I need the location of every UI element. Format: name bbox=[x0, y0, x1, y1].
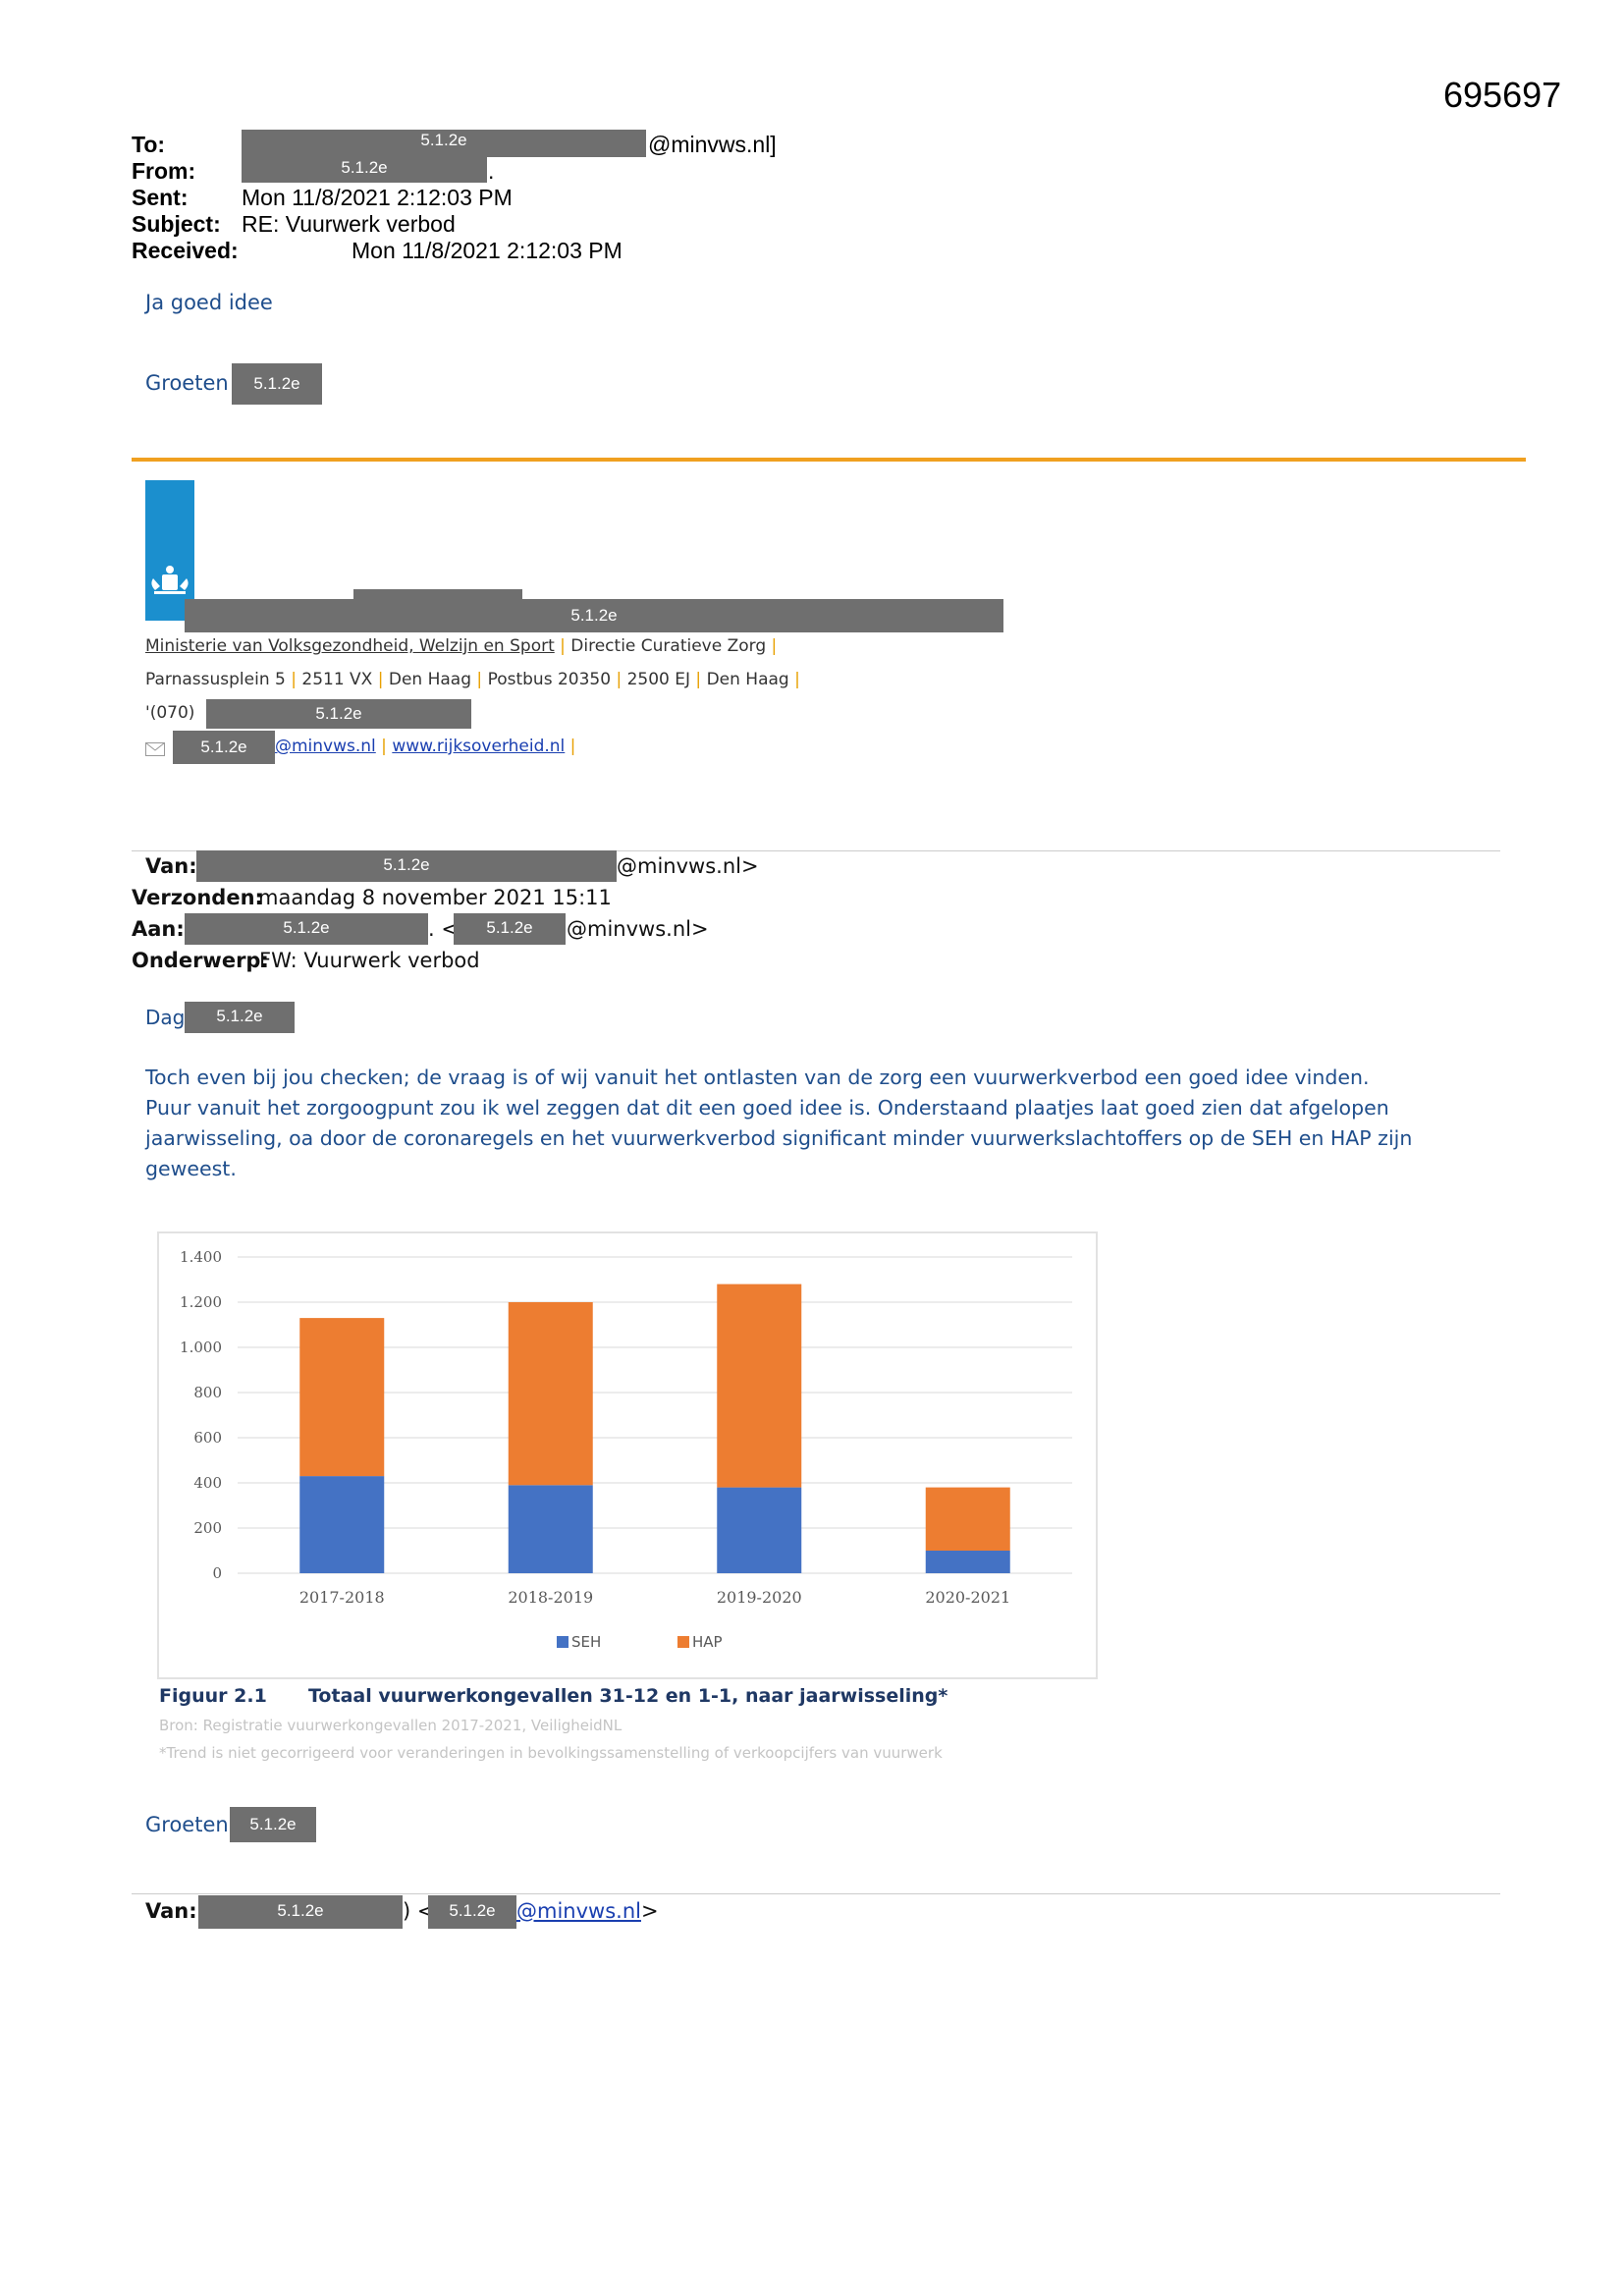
bar-hap bbox=[925, 1487, 1010, 1551]
document-number: 695697 bbox=[1443, 75, 1562, 115]
redaction-greeting-name: 5.1.2e bbox=[232, 363, 322, 405]
subject-value: RE: Vuurwerk verbod bbox=[242, 211, 456, 237]
fwd-onderwerp-value: FW: Vuurwerk verbod bbox=[259, 949, 480, 972]
redaction-fwd-aan: 5.1.2e bbox=[185, 913, 428, 945]
x-tick-label: 2019-2020 bbox=[717, 1588, 802, 1607]
fwd-aan-label: Aan: bbox=[132, 917, 185, 941]
y-tick-label: 0 bbox=[212, 1564, 222, 1582]
fwd-verzonden-value: maandag 8 november 2021 15:11 bbox=[258, 886, 612, 909]
y-tick-label: 200 bbox=[193, 1519, 222, 1537]
bar-seh bbox=[299, 1476, 385, 1573]
stacked-bar-chart: 0 200 400 600 800 1.000 1.200 1.400 2017-2018 201… bbox=[180, 1248, 1072, 1651]
redaction-phone: 5.1.2e bbox=[206, 699, 471, 729]
next-van-suffix: @minvws.nl> bbox=[516, 1899, 659, 1923]
figure-number: Figuur 2.1 bbox=[159, 1685, 267, 1707]
bar-seh bbox=[925, 1551, 1010, 1573]
from-label: From: bbox=[132, 158, 196, 184]
x-tick-label: 2017-2018 bbox=[299, 1588, 385, 1607]
fwd-body-line: Puur vanuit het zorgoogpunt zou ik wel z… bbox=[145, 1096, 1389, 1120]
sig-address-line: Parnassusplein 5 | 2511 VX | Den Haag | … bbox=[145, 670, 800, 689]
redaction-dag-name: 5.1.2e bbox=[185, 1002, 295, 1033]
fwd-body-line: Toch even bij jou checken; de vraag is o… bbox=[145, 1066, 1370, 1089]
reply-text: Ja goed idee bbox=[145, 291, 273, 314]
legend-swatch-hap bbox=[677, 1636, 689, 1648]
signature-rule bbox=[132, 458, 1526, 462]
x-tick-label: 2020-2021 bbox=[925, 1588, 1010, 1607]
redaction-fwd-aan-email: 5.1.2e bbox=[454, 913, 566, 945]
redaction-fwd-greeting-name: 5.1.2e bbox=[230, 1807, 316, 1842]
legend-label: HAP bbox=[692, 1633, 723, 1651]
sent-label: Sent: bbox=[132, 185, 189, 210]
next-van-label: Van: bbox=[145, 1899, 197, 1923]
y-tick-label: 1.200 bbox=[180, 1293, 222, 1311]
address-street: Parnassusplein 5 bbox=[145, 670, 286, 689]
redaction-fwd-van: 5.1.2e bbox=[196, 850, 617, 882]
ministry-name: Ministerie van Volksgezondheid, Welzijn … bbox=[145, 636, 555, 656]
legend-swatch-seh bbox=[557, 1636, 568, 1648]
bar-hap bbox=[508, 1302, 593, 1486]
redaction-sig-name: 5.1.2e bbox=[185, 599, 1003, 632]
fwd-van-label: Van: bbox=[145, 854, 197, 878]
fwd-verzonden-label: Verzonden: bbox=[132, 886, 263, 909]
y-tick-label: 1.000 bbox=[180, 1339, 222, 1356]
y-tick-label: 600 bbox=[193, 1429, 222, 1447]
y-tick-label: 400 bbox=[193, 1474, 222, 1492]
next-email-link[interactable]: @minvws.nl bbox=[516, 1899, 641, 1923]
chart-frame: 0 200 400 600 800 1.000 1.200 1.400 2017-2018 201… bbox=[157, 1231, 1098, 1679]
reply-greeting: Groeten bbox=[145, 371, 229, 395]
sig-ministry-line: Ministerie van Volksgezondheid, Welzijn … bbox=[145, 636, 778, 656]
next-divider bbox=[132, 1893, 1500, 1894]
redaction-to: 5.1.2e bbox=[242, 130, 646, 157]
redaction-from: 5.1.2e bbox=[242, 157, 487, 183]
address-postbus-city: Den Haag bbox=[706, 670, 789, 689]
address-postcode: 2511 VX bbox=[301, 670, 373, 689]
subject-label: Subject: bbox=[132, 211, 221, 237]
directorate-name: Directie Curatieve Zorg bbox=[570, 636, 767, 656]
bar-seh bbox=[508, 1485, 593, 1573]
figure-note: *Trend is niet gecorrigeerd voor verande… bbox=[159, 1744, 943, 1762]
fwd-onderwerp-label: Onderwerp: bbox=[132, 949, 269, 972]
legend-label: SEH bbox=[571, 1633, 601, 1651]
address-postbus-code: 2500 EJ bbox=[626, 670, 691, 689]
y-tick-label: 800 bbox=[193, 1384, 222, 1401]
to-suffix: @minvws.nl] bbox=[648, 132, 777, 157]
figure-source: Bron: Registratie vuurwerkongevallen 201… bbox=[159, 1717, 623, 1734]
email-link[interactable]: @minvws.nl bbox=[275, 737, 376, 756]
address-postbus: Postbus 20350 bbox=[487, 670, 612, 689]
figure-title: Totaal vuurwerkongevallen 31-12 en 1-1, … bbox=[308, 1685, 948, 1707]
sig-phone-line: '(070) bbox=[145, 703, 194, 723]
sent-value: Mon 11/8/2021 2:12:03 PM bbox=[242, 185, 513, 210]
received-label: Received: bbox=[132, 238, 239, 263]
phone-prefix: (070) bbox=[149, 703, 195, 723]
redaction-next-email: 5.1.2e bbox=[428, 1895, 516, 1929]
sig-email-line: @minvws.nl | www.rijksoverheid.nl | bbox=[275, 737, 576, 756]
bar-hap bbox=[299, 1318, 385, 1477]
y-tick-label: 1.400 bbox=[180, 1248, 222, 1266]
fwd-van-suffix: @minvws.nl> bbox=[617, 854, 759, 878]
redaction-email: 5.1.2e bbox=[173, 731, 275, 764]
from-suffix: . bbox=[488, 158, 495, 184]
fwd-dag: Dag bbox=[145, 1006, 186, 1029]
redaction-next-van: 5.1.2e bbox=[198, 1895, 403, 1929]
to-label: To: bbox=[132, 132, 166, 157]
received-value: Mon 11/8/2021 2:12:03 PM bbox=[352, 238, 623, 263]
fwd-body-line: geweest. bbox=[145, 1157, 237, 1180]
fwd-body: Toch even bij jou checken; de vraag is o… bbox=[145, 1063, 1520, 1184]
fwd-greeting: Groeten bbox=[145, 1813, 229, 1836]
bar-seh bbox=[717, 1487, 802, 1573]
website-link[interactable]: www.rijksoverheid.nl bbox=[392, 737, 565, 756]
mail-icon bbox=[145, 742, 165, 761]
x-tick-label: 2018-2019 bbox=[508, 1588, 593, 1607]
fwd-body-line: jaarwisseling, oa door de coronaregels e… bbox=[145, 1126, 1413, 1150]
bar-hap bbox=[717, 1284, 802, 1488]
fwd-aan-suffix: @minvws.nl> bbox=[567, 917, 709, 941]
address-city: Den Haag bbox=[388, 670, 472, 689]
